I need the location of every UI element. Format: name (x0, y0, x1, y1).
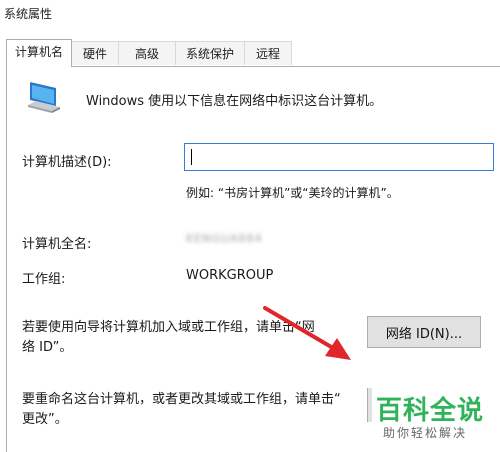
computer-description-input[interactable] (184, 143, 494, 171)
watermark-subtitle: 助你轻松解决 (383, 426, 468, 440)
full-name-label: 计算机全名: (22, 237, 92, 252)
rename-text: 要重命名这台计算机，或者更改其域或工作组，请单击“ 更改”。 (22, 390, 352, 430)
tab-hardware[interactable]: 硬件 (71, 41, 119, 65)
red-arrow-annotation (263, 306, 351, 360)
text-caret (191, 149, 192, 165)
window-title: 系统属性 (4, 7, 53, 21)
change-button[interactable] (367, 388, 372, 422)
intro-text: Windows 使用以下信息在网络中标识这台计算机。 (86, 94, 383, 109)
title-bar: 系统属性 (0, 0, 500, 32)
tab-system-protection[interactable]: 系统保护 (175, 41, 245, 65)
tab-advanced[interactable]: 高级 (118, 41, 176, 65)
full-name-value: KENGUA884 (186, 232, 263, 245)
example-text: 例如: “书房计算机”或“美玲的计算机”。 (186, 186, 399, 200)
tab-remote[interactable]: 远程 (244, 41, 292, 65)
rename-text-line-1: 要重命名这台计算机，或者更改其域或工作组，请单击“ (22, 392, 341, 407)
workgroup-value: WORKGROUP (186, 268, 274, 283)
computer-icon (28, 82, 60, 113)
workgroup-label: 工作组: (22, 272, 66, 287)
rename-text-line-2: 更改”。 (22, 412, 68, 427)
description-label: 计算机描述(D): (22, 155, 112, 170)
tab-strip: 计算机名 硬件 高级 系统保护 远程 (6, 39, 496, 67)
tab-computer-name[interactable]: 计算机名 (6, 39, 72, 67)
watermark-title: 百科全说 (376, 396, 485, 426)
network-id-button[interactable]: 网络 ID(N)... (367, 316, 481, 348)
